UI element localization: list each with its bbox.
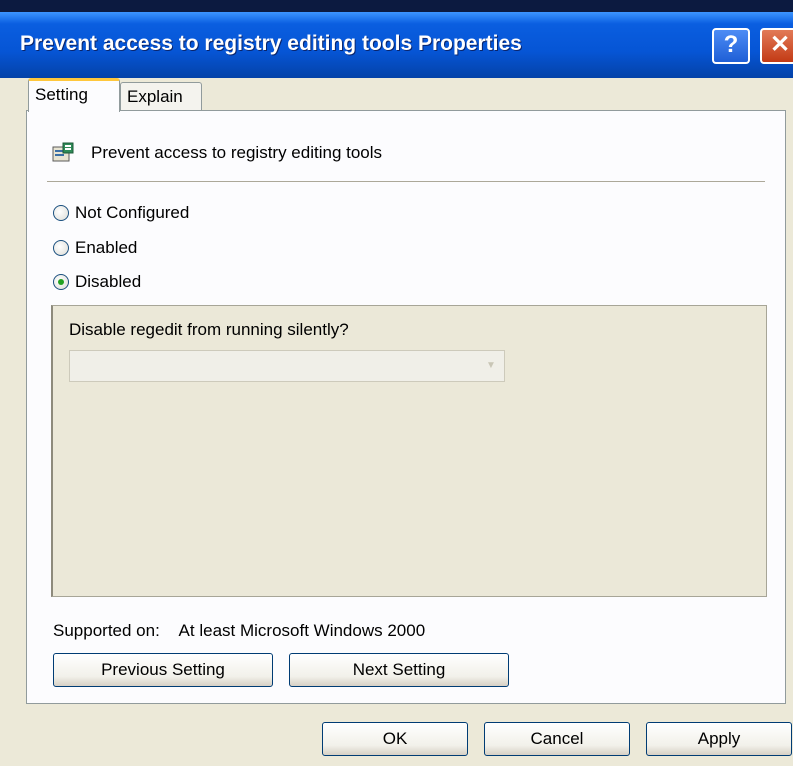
- radio-label: Disabled: [75, 272, 142, 291]
- policy-title: Prevent access to registry editing tools: [91, 143, 383, 162]
- options-question: Disable regedit from running silently?: [69, 320, 349, 339]
- setting-panel: Prevent access to registry editing tools…: [26, 110, 786, 704]
- policy-setting-icon: [52, 142, 74, 162]
- separator: [47, 181, 765, 182]
- radio-button[interactable]: [53, 205, 69, 221]
- close-button[interactable]: ✕: [760, 28, 793, 64]
- properties-dialog: Prevent access to registry editing tools…: [0, 12, 793, 766]
- options-box: Disable regedit from running silently? ▼: [51, 305, 767, 597]
- radio-button[interactable]: [53, 240, 69, 256]
- chevron-down-icon: ▼: [486, 360, 496, 371]
- ok-button[interactable]: OK: [322, 722, 468, 756]
- supported-value: At least Microsoft Windows 2000: [178, 621, 426, 640]
- help-button[interactable]: ?: [712, 28, 750, 64]
- cancel-button[interactable]: Cancel: [484, 722, 630, 756]
- tab-explain[interactable]: Explain: [120, 82, 202, 112]
- radio-button-selected[interactable]: [53, 274, 69, 290]
- radio-label: Not Configured: [75, 203, 190, 222]
- window-title: Prevent access to registry editing tools…: [20, 32, 522, 55]
- next-setting-button[interactable]: Next Setting: [289, 653, 509, 687]
- apply-button[interactable]: Apply: [646, 722, 792, 756]
- previous-setting-button[interactable]: Previous Setting: [53, 653, 273, 687]
- supported-on: Supported on: At least Microsoft Windows…: [53, 621, 425, 641]
- supported-label: Supported on:: [53, 621, 160, 640]
- radio-label: Enabled: [75, 238, 138, 257]
- tab-setting[interactable]: Setting: [28, 78, 120, 112]
- options-dropdown: ▼: [69, 350, 505, 382]
- title-bar[interactable]: Prevent access to registry editing tools…: [0, 12, 793, 78]
